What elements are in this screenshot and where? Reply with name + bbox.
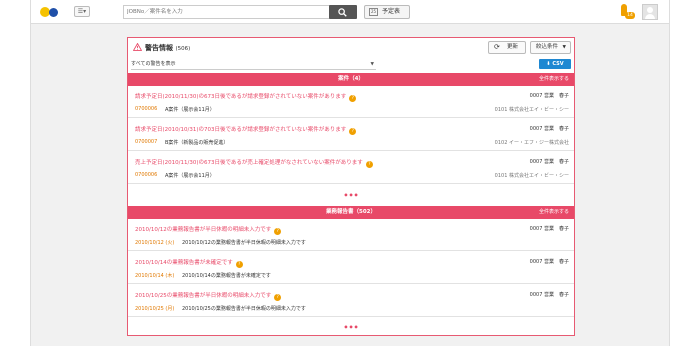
help-icon[interactable]: ? [365,161,373,168]
warning-message[interactable]: 請求予定日(2010/11/30)の673日後であるが請求登録がされていない案件… [135,92,357,102]
panel-header: 警告情報 (506) ⟳ 更新 絞込条件 ▼ [128,38,574,57]
schedule-button[interactable]: 25 予定表 [364,5,410,19]
top-bar: ☰▾ 25 予定表 14 [31,0,669,24]
report-detail: 2010/10/12の業務報告書が半日休暇の明細未入力です [182,240,306,246]
warning-message[interactable]: 請求予定日(2010/10/31)の703日後であるが請求登録がされていない案件… [135,125,357,135]
warning-message[interactable]: 売上予定日(2010/11/30)の673日後であるが売上確定処理がなされていな… [135,158,373,168]
warning-message[interactable]: 2010/10/12の業務報告書が半日休暇の明細未入力です? [135,225,282,235]
notification-button[interactable]: 14 [619,4,635,20]
job-code[interactable]: 0700006 [135,106,157,112]
notification-badge: 14 [625,12,635,19]
warning-icon [133,43,142,51]
assignee: 0007 営業 春子 [529,292,569,298]
client-company: 0101 株式会社エイ・ビー・シー [494,107,569,113]
report-date[interactable]: 2010/10/25 (月) [135,305,174,312]
panel-title-text: 警告情報 [145,44,173,52]
help-icon[interactable]: ? [349,128,357,135]
help-icon[interactable]: ? [349,95,357,102]
panel-title: 警告情報 (506) [145,43,190,53]
refresh-label: 更新 [507,44,519,50]
warning-message-text[interactable]: 請求予定日(2010/10/31)の703日後であるが請求登録がされていない案件… [135,127,346,133]
show-all-link[interactable]: 全件表示する [539,206,569,219]
warning-row[interactable]: 2010/10/14の業務報告書が未確定です? 0007 営業 春子 2010/… [128,252,574,284]
warning-message-text[interactable]: 売上予定日(2010/11/30)の673日後であるが売上確定処理がなされていな… [135,160,363,166]
report-detail: 2010/10/25の業務報告書が半日休暇の明細未入力です [182,306,306,312]
report-date[interactable]: 2010/10/14 (木) [135,272,174,279]
refresh-icon: ⟳ [494,43,500,51]
warning-row[interactable]: 請求予定日(2010/11/30)の673日後であるが請求登録がされていない案件… [128,86,574,118]
help-icon[interactable]: ? [274,294,282,301]
csv-download-button[interactable]: ⬇ CSV [539,59,571,69]
warning-message-text[interactable]: 2010/10/14の業務報告書が未確定です [135,260,233,266]
warning-filter-value: すべての警告を表示 [131,61,176,67]
help-icon[interactable]: ? [235,261,243,268]
csv-label: CSV [552,61,564,67]
panel-count: (506) [175,46,191,52]
section-header-projects: 案件（4） 全件表示する [128,73,574,86]
job-code[interactable]: 0700006 [135,172,157,178]
menu-button[interactable]: ☰▾ [74,6,90,17]
refresh-button[interactable]: ⟳ 更新 [488,41,526,54]
warning-filter-select[interactable]: すべての警告を表示 ▼ [131,60,376,70]
more-indicator[interactable]: ••• [128,192,574,200]
search-button[interactable] [329,5,357,19]
job-name: A案件（展示会11月） [165,173,215,179]
warning-message-text[interactable]: 2010/10/12の業務報告書が半日休暇の明細未入力です [135,227,271,233]
client-company: 0102 イー・エフ・ジー株式会社 [494,140,569,146]
report-date[interactable]: 2010/10/12 (火) [135,239,174,246]
search-input[interactable] [123,5,330,19]
download-icon: ⬇ [546,61,551,67]
help-icon[interactable]: ? [274,228,282,235]
warning-row[interactable]: 2010/10/12の業務報告書が半日休暇の明細未入力です? 0007 営業 春… [128,219,574,251]
show-all-link[interactable]: 全件表示する [539,73,569,86]
section-title: 業務報告書（502） [326,209,376,215]
job-name: B案件（新製品の販売促進） [165,140,229,146]
assignee: 0007 営業 春子 [529,93,569,99]
caret-down-icon: ▼ [370,62,374,67]
warning-message-text[interactable]: 請求予定日(2010/11/30)の673日後であるが請求登録がされていない案件… [135,94,346,100]
warning-panel: 警告情報 (506) ⟳ 更新 絞込条件 ▼ すべての警告を表示 ▼ ⬇ CSV… [127,37,575,336]
assignee: 0007 営業 春子 [529,226,569,232]
hamburger-icon: ☰▾ [77,8,87,15]
filter-button[interactable]: 絞込条件 ▼ [530,41,571,54]
warning-message-text[interactable]: 2010/10/25の業務報告書が半日休暇の明細未入力です [135,293,271,299]
filter-label: 絞込条件 [536,44,559,50]
assignee: 0007 営業 春子 [529,259,569,265]
more-indicator[interactable]: ••• [128,324,574,332]
warning-row[interactable]: 請求予定日(2010/10/31)の703日後であるが請求登録がされていない案件… [128,119,574,151]
report-detail: 2010/10/14の業務報告書が未確定です [182,273,271,279]
search-icon [338,8,347,17]
client-company: 0101 株式会社エイ・ビー・シー [494,173,569,179]
calendar-icon: 25 [369,8,378,16]
avatar[interactable] [642,4,658,20]
assignee: 0007 営業 春子 [529,126,569,132]
warning-message[interactable]: 2010/10/14の業務報告書が未確定です? [135,258,243,268]
warning-row[interactable]: 売上予定日(2010/11/30)の673日後であるが売上確定処理がなされていな… [128,152,574,184]
app-logo[interactable] [40,7,62,17]
schedule-label: 予定表 [382,8,401,15]
job-code[interactable]: 0700007 [135,139,157,145]
warning-message[interactable]: 2010/10/25の業務報告書が半日休暇の明細未入力です? [135,291,282,301]
section-title: 案件（4） [338,76,364,82]
job-name: A案件（展示会11月） [165,107,215,113]
warning-row[interactable]: 2010/10/25の業務報告書が半日休暇の明細未入力です? 0007 営業 春… [128,285,574,317]
caret-down-icon: ▼ [562,45,566,50]
section-header-reports: 業務報告書（502） 全件表示する [128,206,574,219]
assignee: 0007 営業 春子 [529,159,569,165]
app-frame: ☰▾ 25 予定表 14 警告情報 (506) ⟳ 更新 絞込条件 [30,0,670,346]
